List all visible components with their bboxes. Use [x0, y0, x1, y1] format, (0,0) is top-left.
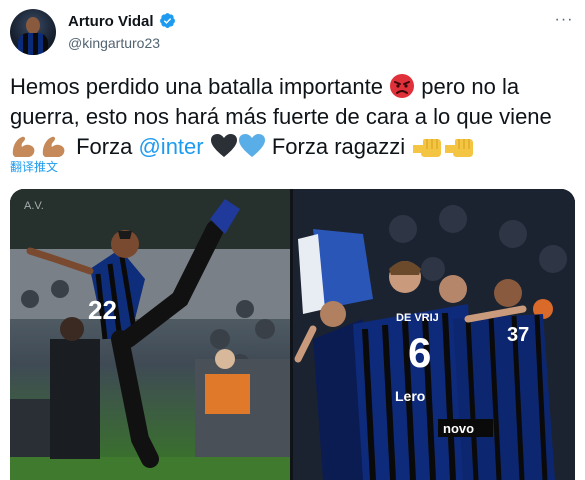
more-options-icon[interactable]: ···: [553, 12, 575, 32]
mention-link[interactable]: @inter: [138, 134, 203, 159]
tweet-line3-b: Forza ragazzi: [265, 134, 412, 159]
author-display-name[interactable]: Arturo Vidal: [68, 13, 154, 30]
avatar-head: [26, 17, 40, 34]
photo-right-scene: DE VRIJ 6 37 Lero novo: [293, 189, 575, 480]
player-number-37: 37: [507, 324, 529, 346]
verified-badge-icon: [160, 13, 175, 28]
photo-left-scene: 22 A.V.: [10, 189, 290, 480]
black-heart-icon: [210, 134, 237, 157]
angry-face-icon: [390, 74, 415, 98]
shirt-sponsor-text: Lero: [395, 388, 425, 404]
fist-icon: [413, 139, 442, 157]
watermark-text: A.V.: [24, 200, 44, 212]
author-handle[interactable]: @kingarturo23: [68, 35, 160, 51]
player-number: 22: [88, 295, 117, 325]
tweet-line1-b: pero no la: [415, 74, 520, 99]
tweet-media: 22 A.V. DE VRIJ 6 37 Lero novo: [10, 189, 575, 480]
avatar[interactable]: [10, 9, 56, 55]
player-name: DE VRIJ: [396, 312, 439, 324]
tweet-line3-a: Forza: [70, 134, 139, 159]
fist-icon: [445, 139, 474, 157]
translate-tweet-link[interactable]: 翻译推文: [10, 158, 58, 175]
photo-left[interactable]: 22 A.V.: [10, 189, 290, 480]
photo-right[interactable]: DE VRIJ 6 37 Lero novo: [293, 189, 575, 480]
blue-heart-icon: [238, 134, 265, 157]
flexed-biceps-icon: [42, 136, 65, 157]
sponsor-text: novo: [443, 421, 474, 436]
player-number-6: 6: [408, 329, 431, 376]
flexed-biceps-icon: [12, 136, 35, 157]
tweet-line1-a: Hemos perdido una batalla importante: [10, 74, 390, 99]
tweet-text: Hemos perdido una batalla importante per…: [10, 72, 580, 162]
avatar-shirt: [18, 33, 48, 55]
tweet-line2: guerra, esto nos hará más fuerte de cara…: [10, 104, 552, 129]
